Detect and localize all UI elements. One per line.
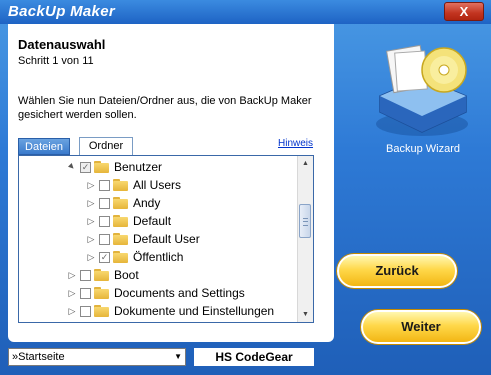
collapse-arrow-icon[interactable]: ▲ [64,159,80,175]
back-button[interactable]: Zurück [337,254,457,288]
folder-tree[interactable]: ▲ ✓ Benutzer ▷ All Users ▷ Andy ▷ Default ▷ Defaul… [18,155,314,323]
brand-label: HS CodeGear [194,348,314,366]
title-bar[interactable]: BackUp Maker X [0,0,491,24]
tree-item[interactable]: ▲ ✓ Benutzer [64,158,163,176]
folder-icon [113,233,128,245]
tree-item-label: Documents and Settings [114,286,245,300]
tree-checkbox[interactable] [99,215,110,227]
instruction-text: Wählen Sie nun Dateien/Ordner aus, die v… [18,95,312,121]
expand-arrow-icon[interactable]: ▷ [66,288,78,299]
expand-arrow-icon[interactable]: ▷ [85,252,97,263]
expand-arrow-icon[interactable]: ▷ [85,198,97,209]
tree-item[interactable]: ▷ ✓ Öffentlich [85,248,184,266]
folder-icon [94,269,109,281]
startpage-select-value: »Startseite [12,351,65,363]
tree-checkbox[interactable] [80,287,91,299]
tree-item[interactable]: ▷ All Users [85,176,181,194]
next-button[interactable]: Weiter [361,310,481,344]
tree-checkbox[interactable] [99,233,110,245]
page-title: Datenauswahl [18,37,106,52]
tree-item-label: Default [133,214,172,228]
tree-checkbox[interactable] [80,305,91,317]
startpage-select[interactable]: »Startseite ▼ [8,348,186,366]
tree-checkbox[interactable]: ✓ [80,161,91,173]
folder-icon [94,287,109,299]
tree-item[interactable]: ▷ Dokumente und Einstellungen [66,302,275,320]
tree-item[interactable]: ▷ Andy [85,194,161,212]
tree-item-label: Boot [114,268,139,282]
expand-arrow-icon[interactable]: ▷ [85,234,97,245]
expand-arrow-icon[interactable]: ▷ [66,270,78,281]
step-indicator: Schritt 1 von 11 [18,55,94,67]
expand-arrow-icon[interactable]: ▷ [85,180,97,191]
tree-checkbox[interactable]: ✓ [99,251,110,263]
backup-maker-window: BackUp Maker X Datenauswahl Schritt 1 vo… [0,0,491,375]
chevron-down-icon: ▼ [174,352,182,361]
scroll-up-icon[interactable]: ▲ [298,156,313,171]
content-panel: Datenauswahl Schritt 1 von 11 Wählen Sie… [8,24,334,342]
backup-drive-icon [376,44,468,136]
scroll-down-icon[interactable]: ▼ [298,307,313,322]
tree-item[interactable]: ▷ Boot [66,266,139,284]
window-title: BackUp Maker [8,3,115,20]
wizard-label: Backup Wizard [386,143,460,155]
tree-item[interactable]: ▷ Default [85,212,172,230]
tree-item[interactable]: ▷ Documents and Settings [66,284,245,302]
expand-arrow-icon[interactable]: ▷ [85,216,97,227]
tree-item-label: Andy [133,196,161,210]
tree-item[interactable]: ▷ Default User [85,230,200,248]
tree-item-label: Öffentlich [133,250,184,264]
folder-icon [113,215,128,227]
folder-icon [113,179,128,191]
tree-item-label: Benutzer [114,160,163,174]
tab-dateien[interactable]: Dateien [18,138,70,155]
folder-icon [113,251,128,263]
tree-item-label: Default User [133,232,200,246]
hint-link[interactable]: Hinweis [278,138,313,149]
expand-arrow-icon[interactable]: ▷ [66,306,78,317]
tab-ordner[interactable]: Ordner [79,137,133,156]
scroll-thumb[interactable] [299,204,311,238]
tree-item-label: Dokumente und Einstellungen [114,304,275,318]
tree-checkbox[interactable] [99,179,110,191]
folder-icon [94,161,109,173]
tree-item-label: All Users [133,178,182,192]
folder-icon [113,197,128,209]
close-button[interactable]: X [444,2,484,21]
folder-icon [94,305,109,317]
tree-scrollbar[interactable]: ▲ ▼ [297,156,313,322]
tree-checkbox[interactable] [99,197,110,209]
tree-checkbox[interactable] [80,269,91,281]
